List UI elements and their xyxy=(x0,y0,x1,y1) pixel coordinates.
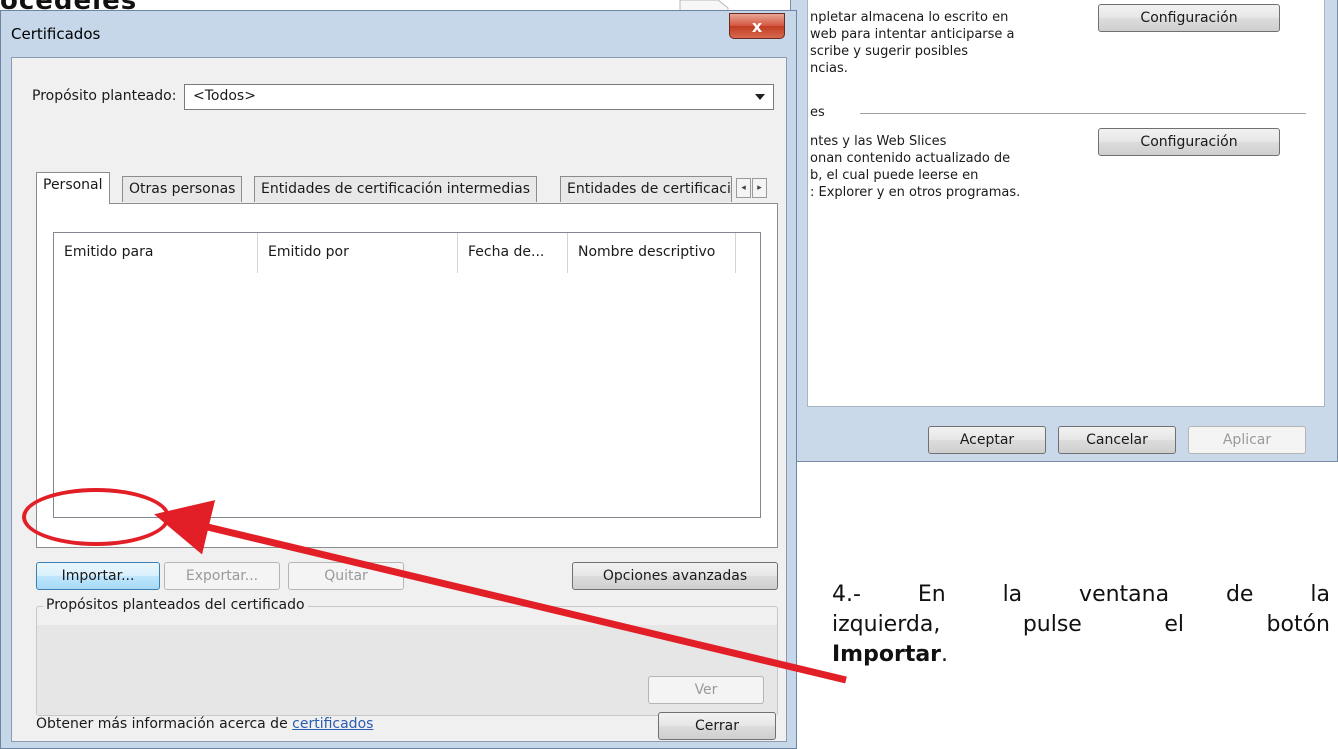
instruction-text: 4.- En la ventana de la izquierda, pulse… xyxy=(832,580,1330,670)
instruction-line-3: Importar. xyxy=(832,640,1330,670)
instruction-word: de xyxy=(1225,582,1254,607)
instruction-button-name: Importar xyxy=(832,642,942,667)
instruction-word: la xyxy=(1002,582,1023,607)
instruction-word: el xyxy=(1164,612,1185,637)
instruction-line-1: 4.- En la ventana de la xyxy=(832,580,1330,610)
instruction-word: izquierda, xyxy=(832,612,941,637)
instruction-word: En xyxy=(917,582,946,607)
instruction-word: la xyxy=(1310,582,1330,607)
instruction-word: ventana xyxy=(1079,582,1170,607)
instruction-period: . xyxy=(941,642,949,667)
instruction-word: pulse xyxy=(1022,612,1082,637)
instruction-word: botón xyxy=(1266,612,1330,637)
instruction-step-number: 4.- xyxy=(832,582,861,607)
tab-personal[interactable]: Personal xyxy=(36,172,110,204)
instruction-line-2: izquierda, pulse el botón xyxy=(832,610,1330,640)
